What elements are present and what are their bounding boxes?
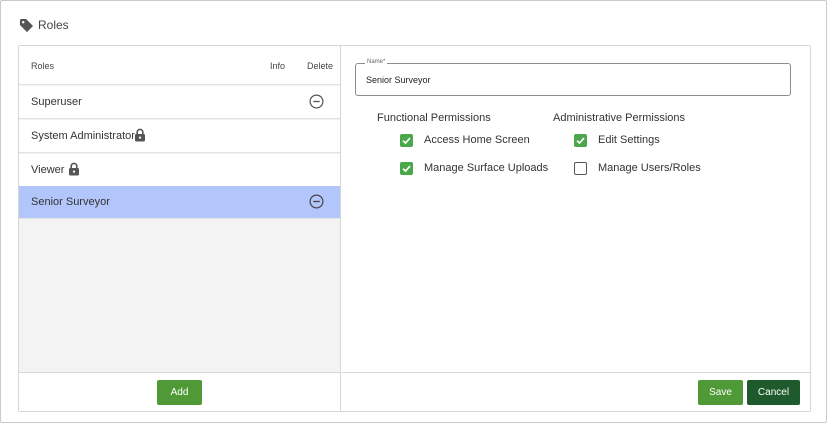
page-header: Roles <box>19 15 69 35</box>
role-editor-panel: Name* Functional Permissions Administrat… <box>342 46 810 411</box>
page-title: Roles <box>38 18 69 32</box>
remove-role-icon[interactable] <box>309 194 324 209</box>
role-row-system-administrator[interactable]: System Administrator <box>19 120 340 153</box>
role-name-field[interactable]: Name* <box>355 59 791 96</box>
checkbox-checked[interactable] <box>574 133 587 147</box>
permission-label: Manage Surface Uploads <box>424 162 549 174</box>
checkbox-unchecked[interactable] <box>574 161 587 175</box>
roles-list-header: Roles Info Delete <box>19 46 340 85</box>
lock-icon <box>135 128 145 142</box>
remove-role-icon[interactable] <box>309 94 324 109</box>
permission-access-home-screen[interactable]: Access Home Screen <box>400 132 530 148</box>
permission-manage-users-roles[interactable]: Manage Users/Roles <box>574 160 701 176</box>
permission-edit-settings[interactable]: Edit Settings <box>574 132 660 148</box>
column-header-info: Info <box>270 61 286 71</box>
permission-manage-surface-uploads[interactable]: Manage Surface Uploads <box>400 160 548 176</box>
role-row-superuser[interactable]: Superuser <box>19 86 340 119</box>
role-name-legend: Name* <box>365 59 388 65</box>
checkmark-icon <box>576 137 585 144</box>
checkbox-checked[interactable] <box>400 133 413 147</box>
column-header-delete: Delete <box>307 61 334 71</box>
role-editor-footer: Save Cancel <box>342 372 810 411</box>
checkbox-checked[interactable] <box>400 161 413 175</box>
permission-label: Manage Users/Roles <box>598 162 701 174</box>
role-label: Viewer <box>31 164 65 176</box>
roles-list-footer: Add <box>19 372 340 411</box>
role-label: Senior Surveyor <box>31 196 110 208</box>
add-role-button[interactable]: Add <box>157 380 202 405</box>
permission-label: Access Home Screen <box>424 134 530 146</box>
roles-window: Roles Roles Info Delete Superuser System… <box>0 0 827 423</box>
column-header-roles: Roles <box>31 61 55 71</box>
permission-label: Edit Settings <box>598 134 660 146</box>
role-row-senior-surveyor[interactable]: Senior Surveyor <box>19 186 340 219</box>
lock-icon <box>69 162 79 176</box>
save-button[interactable]: Save <box>698 380 743 405</box>
role-label: Superuser <box>31 96 82 108</box>
functional-permissions-heading: Functional Permissions <box>377 112 491 124</box>
roles-card: Roles Info Delete Superuser System Admin… <box>18 45 811 412</box>
checkmark-icon <box>402 137 411 144</box>
role-label: System Administrator <box>31 130 135 142</box>
role-name-input[interactable] <box>366 75 766 85</box>
roles-list-panel: Roles Info Delete Superuser System Admin… <box>19 46 341 411</box>
checkmark-icon <box>402 165 411 172</box>
role-row-viewer[interactable]: Viewer <box>19 154 340 187</box>
administrative-permissions-heading: Administrative Permissions <box>553 112 686 124</box>
tag-icon <box>19 18 34 32</box>
cancel-button[interactable]: Cancel <box>747 380 800 405</box>
